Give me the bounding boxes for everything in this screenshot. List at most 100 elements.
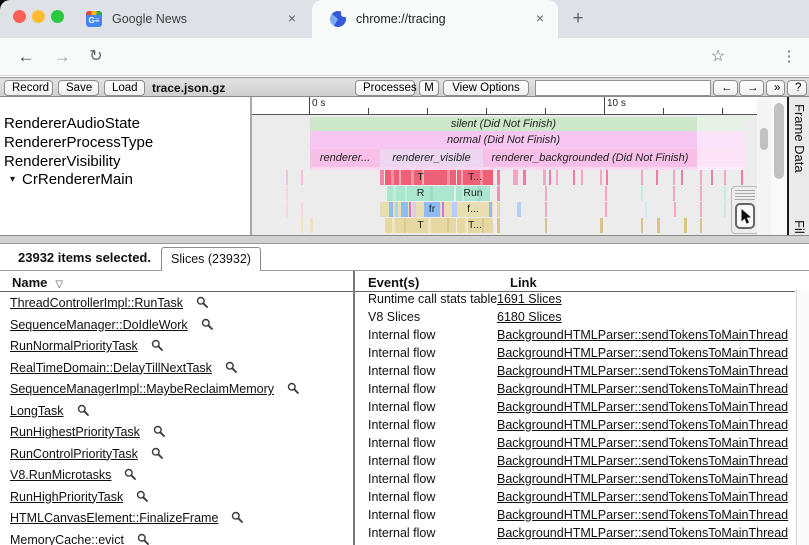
trace-slice[interactable] [641,186,643,201]
trace-slice[interactable] [497,186,500,201]
slice-name-link[interactable]: RunControlPriorityTask [10,447,138,461]
trace-slice[interactable] [310,218,313,233]
trace-slice[interactable] [523,170,526,185]
slice-name-link[interactable]: SequenceManagerImpl::MaybeReclaimMemory [10,382,274,396]
event-link[interactable]: BackgroundHTMLParser::sendTokensToMainTh… [497,418,788,432]
timeline-strip-segment[interactable]: renderer_visible [380,149,483,167]
sidebar-tab-frame-data[interactable]: Frame Data [792,104,807,173]
trace-slice[interactable] [447,170,450,185]
trace-slice[interactable] [404,218,406,233]
trace-slice[interactable] [605,202,607,217]
search-input[interactable] [535,80,711,96]
trace-slice[interactable] [286,202,288,217]
event-link[interactable]: BackgroundHTMLParser::sendTokensToMainTh… [497,490,788,504]
timeline-strip-segment[interactable]: normal (Did Not Finish) [310,131,697,149]
trace-slice[interactable] [600,170,602,185]
panel-splitter[interactable] [0,235,809,244]
trace-slice[interactable] [641,218,643,233]
event-link[interactable]: BackgroundHTMLParser::sendTokensToMainTh… [497,346,788,360]
trace-slice[interactable] [556,170,558,185]
bookmark-star-icon[interactable]: ☆ [706,45,730,69]
trace-slice[interactable] [301,202,303,217]
trace-slice[interactable] [681,170,683,185]
trace-slice[interactable] [428,218,431,233]
trace-slice[interactable] [395,202,398,217]
reload-icon[interactable]: ↻ [84,45,108,69]
trace-slice[interactable] [301,170,303,185]
magnifier-icon[interactable] [136,490,149,503]
magnifier-icon[interactable] [231,511,244,524]
trace-slice[interactable] [645,202,647,217]
trace-slice[interactable] [700,170,702,185]
slice-name-link[interactable]: RealTimeDomain::DelayTillNextTask [10,361,212,375]
event-link[interactable]: BackgroundHTMLParser::sendTokensToMainTh… [497,364,788,378]
tool-selector[interactable] [731,186,759,234]
slice-name-link[interactable]: RunHighestPriorityTask [10,425,140,439]
trace-slice[interactable] [700,218,702,233]
trace-slice[interactable] [385,218,456,233]
trace-slice[interactable] [385,170,456,185]
slice-name-link[interactable]: LongTask [10,404,64,418]
new-tab-button[interactable]: + [566,7,590,31]
minimize-window-button[interactable] [32,10,45,23]
sidebar-tab-file[interactable]: Fil [792,220,807,234]
back-icon[interactable]: ← [14,45,38,69]
trace-slice[interactable] [457,218,493,233]
panel-scrollbar[interactable] [771,97,787,235]
trace-slice[interactable] [600,218,603,233]
trace-slice[interactable] [700,202,702,217]
timeline-strip-segment[interactable] [697,149,745,167]
forward-icon[interactable]: → [50,45,74,69]
slice-name-link[interactable]: ThreadControllerImpl::RunTask [10,296,183,310]
record-button[interactable]: Record [4,80,53,96]
trace-slice[interactable] [549,170,551,185]
magnifier-icon[interactable] [196,296,209,309]
trace-slice[interactable] [545,186,547,201]
trace-slice[interactable] [461,170,463,185]
trace-slice[interactable] [387,186,454,201]
trace-slice[interactable] [724,170,726,185]
magnifier-icon[interactable] [124,468,137,481]
find-expand-button[interactable]: » [766,80,785,96]
trace-slice[interactable] [605,186,607,201]
trace-slice[interactable] [497,202,500,217]
trace-slice[interactable] [656,170,658,185]
timeline-strip-segment[interactable] [697,167,745,170]
trace-slice[interactable] [545,202,547,217]
trace-slice[interactable] [517,202,521,217]
load-button[interactable]: Load [104,80,145,96]
tool-grip-handle[interactable] [735,190,755,200]
trace-slice[interactable] [430,186,433,201]
trace-slice[interactable] [452,202,457,217]
name-column-header[interactable]: Name▽ [12,275,63,290]
trace-slice[interactable] [657,218,660,233]
trace-slice[interactable] [392,218,395,233]
trace-slice[interactable] [447,218,449,233]
trace-slice[interactable] [389,202,393,217]
magnifier-icon[interactable] [225,361,238,374]
metrics-button[interactable]: M [419,80,439,96]
event-link[interactable]: BackgroundHTMLParser::sendTokensToMainTh… [497,454,788,468]
trace-slice[interactable] [462,186,464,201]
slice-name-link[interactable]: HTMLCanvasElement::FinalizeFrame [10,511,218,525]
trace-slice[interactable] [480,170,483,185]
trace-slice[interactable] [543,170,546,185]
trace-slice[interactable] [673,186,675,201]
find-next-button[interactable]: → [739,80,764,96]
timeline-strip-segment[interactable] [310,167,697,170]
event-link[interactable]: 6180 Slices [497,310,562,324]
trace-slice[interactable] [286,186,288,201]
trace-slice[interactable] [301,218,303,233]
trace-slice[interactable] [741,170,743,185]
save-button[interactable]: Save [58,80,99,96]
trace-slice[interactable] [405,186,407,201]
event-link[interactable]: BackgroundHTMLParser::sendTokensToMainTh… [497,328,788,342]
trace-slice[interactable] [581,170,583,185]
zoom-window-button[interactable] [51,10,64,23]
trace-slice[interactable] [513,170,518,185]
trace-slice[interactable] [700,186,702,201]
magnifier-icon[interactable] [77,404,90,417]
trace-slice[interactable] [424,202,440,217]
trace-slice[interactable] [497,218,500,233]
help-button[interactable]: ? [787,80,807,96]
